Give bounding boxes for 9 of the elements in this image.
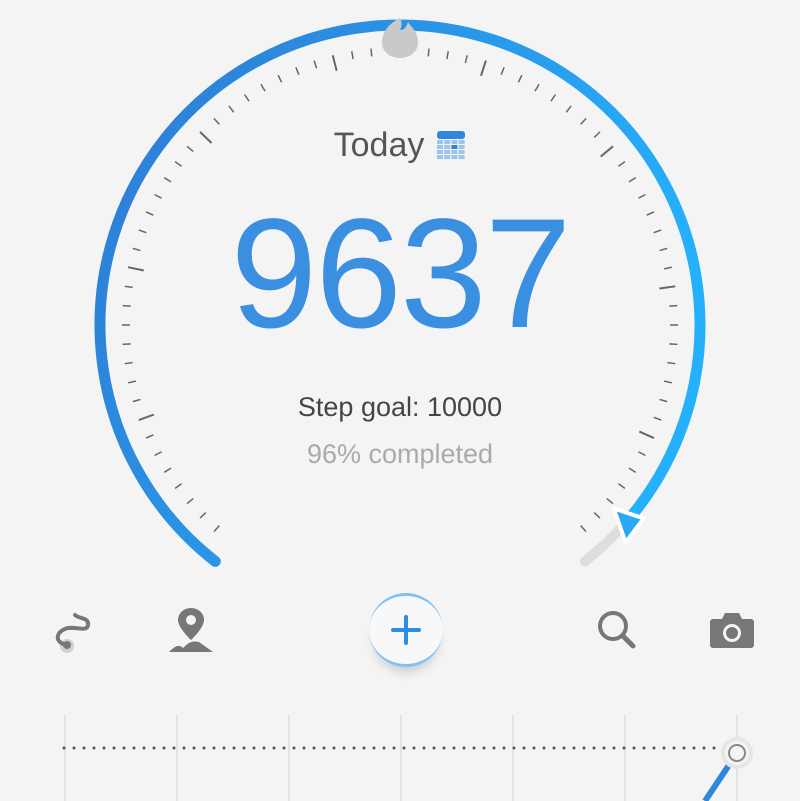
completion-text: 96% completed <box>306 441 494 468</box>
gauge-pointer[interactable] <box>612 506 646 544</box>
calendar-icon[interactable] <box>436 130 466 160</box>
step-count: 9637 <box>230 196 570 352</box>
step-goal: Step goal: 10000 <box>298 394 502 421</box>
camera-icon[interactable] <box>709 611 755 649</box>
flame-icon <box>382 18 418 58</box>
day-label: Today <box>334 128 424 162</box>
plus-icon <box>390 614 422 646</box>
